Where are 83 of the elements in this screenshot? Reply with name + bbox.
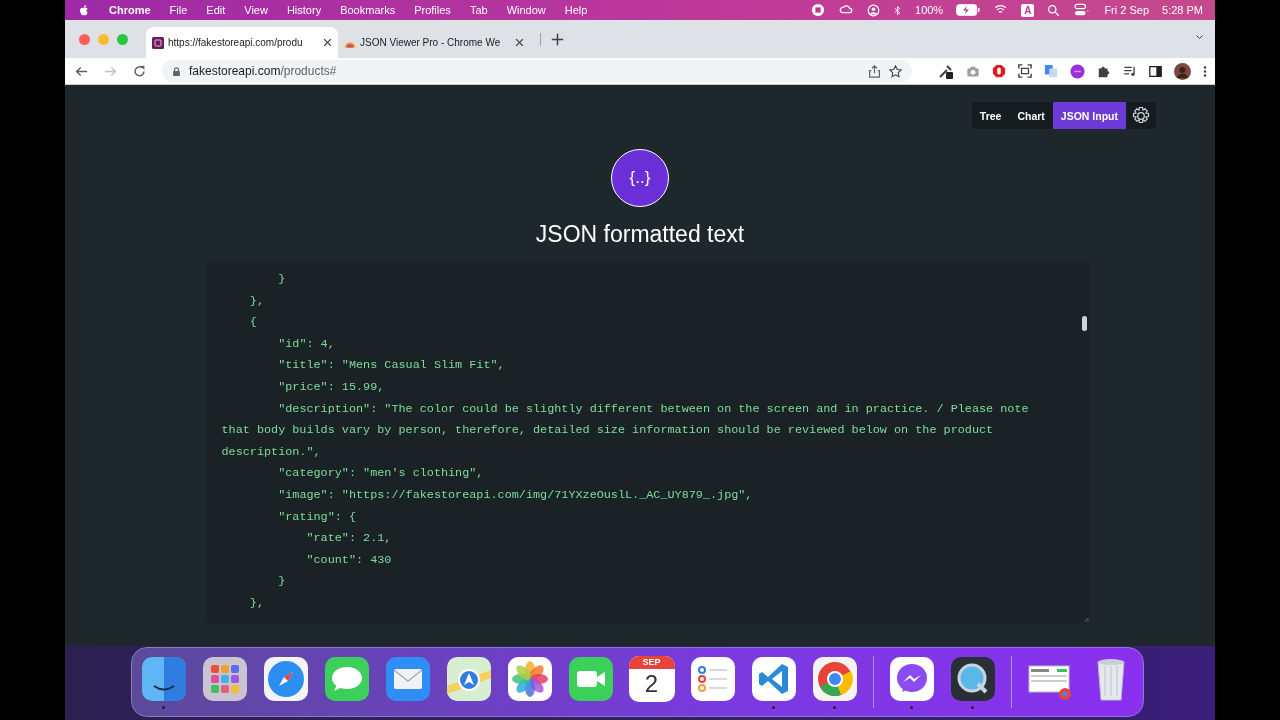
- search-icon[interactable]: [1047, 3, 1061, 17]
- side-panel-icon[interactable]: [1149, 64, 1162, 78]
- menu-item[interactable]: Profiles: [414, 4, 451, 16]
- star-icon[interactable]: [889, 64, 902, 78]
- bluetooth-icon[interactable]: [893, 3, 902, 17]
- code-line: "price": 15.99,: [277, 378, 386, 396]
- translate-icon[interactable]: [1044, 64, 1058, 78]
- code-line: "title": "Mens Casual Slim Fit",: [277, 357, 506, 375]
- page-heading: JSON formatted text: [535, 221, 745, 248]
- input-source-indicator[interactable]: A: [1021, 3, 1035, 17]
- map-icon[interactable]: [445, 656, 492, 702]
- stop-hand-icon[interactable]: [992, 64, 1006, 78]
- stop-icon[interactable]: [811, 3, 825, 17]
- reload-icon[interactable]: [133, 64, 146, 78]
- menu-item[interactable]: Chrome: [109, 4, 151, 16]
- close-icon[interactable]: [515, 38, 524, 47]
- back-icon[interactable]: [75, 64, 88, 78]
- toggles-icon[interactable]: [1073, 3, 1092, 17]
- menu-item[interactable]: File: [169, 4, 188, 16]
- new-tab-icon[interactable]: [551, 32, 564, 46]
- code-line: }: [277, 573, 287, 591]
- checklist-icon[interactable]: [689, 656, 736, 702]
- flower-icon[interactable]: [506, 656, 553, 702]
- menu-time[interactable]: 5:28 PM: [1162, 4, 1203, 16]
- code-line: "count": 430: [305, 551, 393, 569]
- browser-icon[interactable]: [811, 656, 858, 702]
- close-icon[interactable]: [323, 38, 332, 47]
- speech-bubble-icon[interactable]: [323, 656, 370, 702]
- scrollbar-thumb[interactable]: [1081, 316, 1087, 331]
- camera-icon[interactable]: [966, 64, 980, 78]
- favicon-icon[interactable]: [152, 36, 164, 49]
- menu-item[interactable]: Bookmarks: [340, 4, 396, 16]
- share-icon[interactable]: [868, 64, 881, 78]
- code-line: "image": "https://fakestoreapi.com/img/71YXzeOuslL._AC_UY879_.jpg",: [277, 486, 754, 504]
- resize-grip-icon[interactable]: [1082, 616, 1089, 622]
- launchpad-icon[interactable]: [201, 656, 248, 702]
- menu-item[interactable]: View: [244, 4, 268, 16]
- battery-icon[interactable]: [956, 4, 981, 16]
- avatar-icon[interactable]: [1174, 62, 1191, 80]
- calendar-month: SEP: [628, 656, 675, 669]
- menu-item[interactable]: Edit: [206, 4, 226, 16]
- wifi-icon[interactable]: [993, 4, 1009, 16]
- code-line: "category": "men's clothing",: [277, 465, 485, 483]
- capture-frame-icon[interactable]: [1018, 64, 1032, 78]
- chevron-down-icon[interactable]: [1194, 34, 1205, 42]
- menu-item[interactable]: Window: [506, 4, 546, 16]
- calendar-icon[interactable]: SEP 2: [628, 656, 675, 702]
- eyedropper-icon[interactable]: [938, 63, 954, 79]
- browser-tab[interactable]: JSON Viewer Pro - Chrome We: [338, 27, 530, 58]
- user-icon[interactable]: [867, 3, 880, 17]
- url-text: fakestoreapi.com/products#: [189, 64, 337, 78]
- code-line: "description": "The color could be slightly different between on the screen and in practice. / Please note that body builds vary by person, therefore, detailed size information should be reviewed below on the product description.",: [221, 400, 1030, 461]
- code-editor-icon[interactable]: [750, 656, 797, 702]
- envelope-icon[interactable]: [384, 656, 431, 702]
- q-lens-icon[interactable]: [949, 656, 996, 702]
- browser-tab[interactable]: https://fakestoreapi.com/produ: [146, 27, 338, 58]
- menu-item[interactable]: History: [286, 4, 322, 16]
- finder-icon[interactable]: [140, 656, 187, 702]
- chat-bolt-icon[interactable]: [888, 656, 935, 702]
- menu-item[interactable]: Tab: [469, 4, 488, 16]
- logo-badge: {..}: [611, 149, 669, 207]
- code-line: "rate": 2.1,: [305, 530, 393, 548]
- battery-percent: 100%: [915, 4, 944, 16]
- media-list-icon[interactable]: [1123, 64, 1137, 78]
- apple-icon[interactable]: [79, 3, 90, 17]
- menu-date[interactable]: Fri 2 Sep: [1104, 4, 1150, 16]
- lock-icon[interactable]: [172, 65, 181, 77]
- code-line: {: [248, 314, 258, 332]
- code-line: },: [248, 594, 265, 612]
- code-line: }: [277, 271, 287, 288]
- address-bar[interactable]: fakestoreapi.com/products#: [162, 60, 912, 82]
- menu-item[interactable]: Help: [564, 4, 588, 16]
- round-extension-icon[interactable]: [1070, 63, 1085, 79]
- settings-icon[interactable]: [1131, 105, 1151, 126]
- code-line: },: [248, 292, 265, 310]
- compass-icon[interactable]: [262, 656, 309, 702]
- more-menu-icon[interactable]: [1203, 64, 1207, 78]
- view-tab[interactable]: JSON Input: [1052, 102, 1126, 129]
- code-line: "rating": {: [277, 508, 357, 526]
- video-camera-icon[interactable]: [567, 656, 614, 702]
- puzzle-icon[interactable]: [1097, 64, 1111, 78]
- calendar-day: 2: [644, 669, 659, 699]
- code-line: "id": 4,: [277, 335, 336, 353]
